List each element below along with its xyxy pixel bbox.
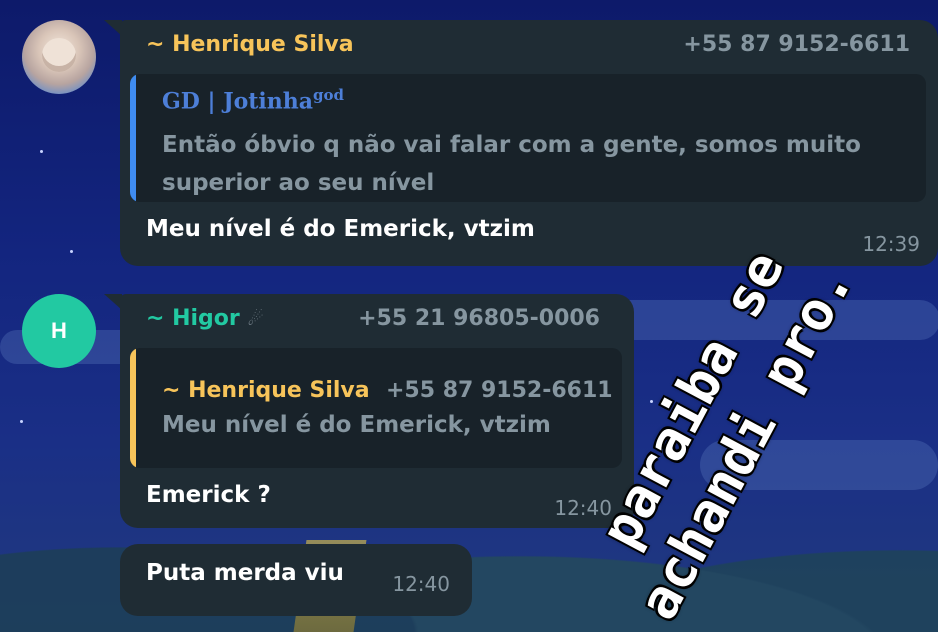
comet-icon: ☄ xyxy=(247,309,264,330)
wallpaper-star xyxy=(650,400,653,403)
quote-text: Meu nível é do Emerick, vtzim xyxy=(162,412,551,438)
wallpaper-star xyxy=(70,250,73,253)
quote-author-name: GD | Jotinha xyxy=(162,88,314,115)
sender-phone: +55 21 96805-0006 xyxy=(358,306,600,331)
message-bubble[interactable]: ~ Higor ☄ +55 21 96805-0006 ~ Henrique S… xyxy=(120,294,634,528)
message-time: 12:40 xyxy=(392,572,450,596)
wallpaper-star xyxy=(20,420,23,423)
quote-bar xyxy=(130,348,136,468)
message-text: Meu nível é do Emerick, vtzim xyxy=(146,216,535,242)
quote-author-suffix: god xyxy=(313,86,345,104)
message-text: Puta merda viu xyxy=(146,560,344,586)
wallpaper-star xyxy=(40,150,43,153)
quote-text-line: Então óbvio q não vai falar com a gente,… xyxy=(162,132,861,158)
quote-text: Então óbvio q não vai falar com a gente,… xyxy=(162,126,861,202)
sender-name[interactable]: ~ Henrique Silva xyxy=(146,32,354,57)
quote-author: GD | Jotinhagod xyxy=(162,86,344,114)
quoted-message[interactable]: ~ Henrique Silva +55 87 9152-6611 Meu ní… xyxy=(130,348,622,468)
quote-text-line: superior ao seu nível xyxy=(162,170,435,196)
avatar[interactable] xyxy=(22,20,96,94)
sender-name[interactable]: ~ Higor ☄ xyxy=(146,306,264,331)
quote-bar xyxy=(130,74,136,202)
avatar[interactable]: H xyxy=(22,294,96,368)
message-bubble[interactable]: Puta merda viu 12:40 xyxy=(120,544,472,616)
message-bubble[interactable]: ~ Henrique Silva +55 87 9152-6611 GD | J… xyxy=(120,20,938,266)
sender-name-text: ~ Higor xyxy=(146,306,240,331)
message-text: Emerick ? xyxy=(146,482,271,508)
message-time: 12:39 xyxy=(862,232,920,256)
sender-phone: +55 87 9152-6611 xyxy=(683,32,910,57)
quoted-message[interactable]: GD | Jotinhagod Então óbvio q não vai fa… xyxy=(130,74,926,202)
quote-phone: +55 87 9152-6611 xyxy=(386,378,613,403)
avatar-face xyxy=(42,38,76,72)
quote-author: ~ Henrique Silva xyxy=(162,378,370,403)
